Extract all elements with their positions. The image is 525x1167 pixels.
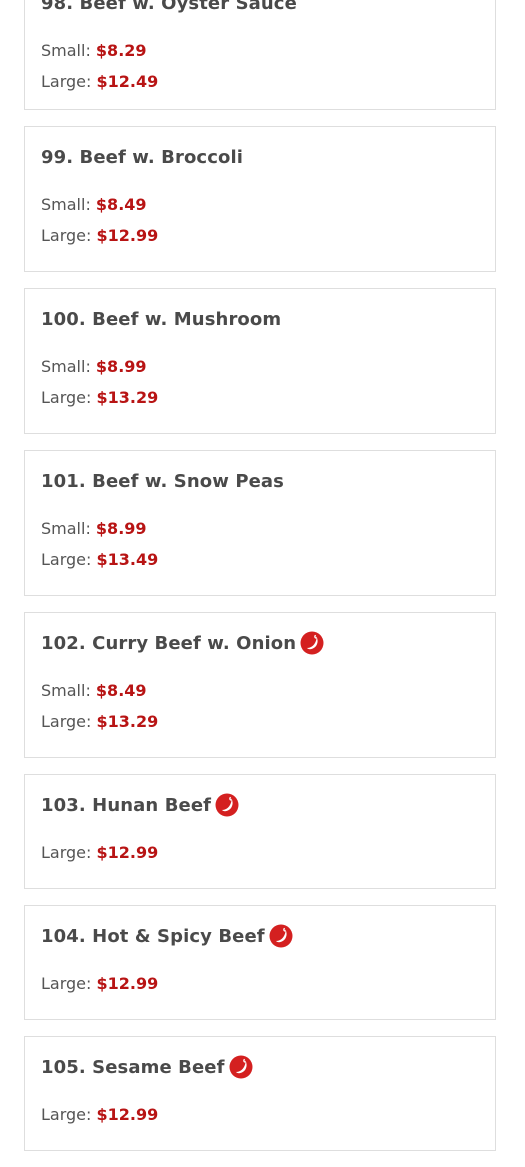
menu-item-card[interactable]: 101. Beef w. Snow Peas Small: $8.99 Larg… [24,450,496,596]
small-price-row: Small: $8.99 [41,357,479,388]
large-price-value: $13.29 [96,388,159,407]
large-price-label: Large: [41,550,92,569]
menu-item-card[interactable]: 100. Beef w. Mushroom Small: $8.99 Large… [24,288,496,434]
menu-item-title-row: 105. Sesame Beef [41,1051,479,1083]
menu-item-title: 100. Beef w. Mushroom [41,308,282,330]
small-price-value: $8.99 [95,519,147,538]
small-price-label: Small: [41,519,91,538]
large-price-label: Large: [41,712,92,731]
large-price-row: Large: $12.99 [41,974,479,1005]
menu-item-card[interactable]: 99. Beef w. Broccoli Small: $8.49 Large:… [24,126,496,272]
menu-item-title: 105. Sesame Beef [41,1056,225,1078]
price-list: Small: $8.49 Large: $12.99 [41,195,479,257]
price-list: Large: $12.99 [41,974,479,1005]
small-price-row: Small: $8.49 [41,681,479,712]
menu-item-title-row: 99. Beef w. Broccoli [41,141,479,173]
large-price-label: Large: [41,1105,92,1124]
large-price-label: Large: [41,388,92,407]
menu-item-list: 98. Beef w. Oyster Sauce Small: $8.29 La… [24,0,496,1167]
chili-pepper-icon [269,924,293,948]
large-price-row: Large: $12.49 [41,72,479,103]
large-price-value: $12.99 [96,843,159,862]
price-list: Small: $8.49 Large: $13.29 [41,681,479,743]
price-list: Small: $8.99 Large: $13.49 [41,519,479,581]
menu-item-title-row: 100. Beef w. Mushroom [41,303,479,335]
small-price-label: Small: [41,357,91,376]
large-price-label: Large: [41,226,92,245]
chili-pepper-icon [229,1055,253,1079]
large-price-label: Large: [41,974,92,993]
menu-item-title: 98. Beef w. Oyster Sauce [41,0,297,14]
small-price-value: $8.99 [95,357,147,376]
large-price-row: Large: $12.99 [41,843,479,874]
large-price-label: Large: [41,72,92,91]
menu-item-card[interactable]: 104. Hot & Spicy Beef Large: $12.99 [24,905,496,1020]
menu-item-title: 104. Hot & Spicy Beef [41,925,265,947]
menu-item-card[interactable]: 102. Curry Beef w. Onion Small: $8.49 La… [24,612,496,758]
menu-item-card[interactable]: 105. Sesame Beef Large: $12.99 [24,1036,496,1151]
menu-item-title: 99. Beef w. Broccoli [41,146,243,168]
small-price-value: $8.49 [95,195,147,214]
menu-item-title: 102. Curry Beef w. Onion [41,632,297,654]
small-price-row: Small: $8.49 [41,195,479,226]
chili-pepper-icon [300,631,324,655]
menu-item-title-row: 98. Beef w. Oyster Sauce [41,0,479,19]
large-price-value: $12.99 [96,226,159,245]
small-price-label: Small: [41,41,91,60]
large-price-value: $12.99 [96,1105,159,1124]
menu-item-title-row: 104. Hot & Spicy Beef [41,920,479,952]
small-price-value: $8.29 [95,41,147,60]
menu-item-title-row: 101. Beef w. Snow Peas [41,465,479,497]
menu-item-title-row: 102. Curry Beef w. Onion [41,627,479,659]
menu-item-title: 103. Hunan Beef [41,794,212,816]
price-list: Large: $12.99 [41,1105,479,1136]
large-price-value: $12.49 [96,72,159,91]
large-price-row: Large: $13.29 [41,388,479,419]
large-price-row: Large: $13.49 [41,550,479,581]
large-price-value: $13.49 [96,550,159,569]
menu-item-title: 101. Beef w. Snow Peas [41,470,284,492]
small-price-row: Small: $8.29 [41,41,479,72]
small-price-label: Small: [41,681,91,700]
small-price-row: Small: $8.99 [41,519,479,550]
menu-item-card[interactable]: 98. Beef w. Oyster Sauce Small: $8.29 La… [24,0,496,110]
large-price-row: Large: $13.29 [41,712,479,743]
price-list: Small: $8.99 Large: $13.29 [41,357,479,419]
large-price-value: $13.29 [96,712,159,731]
large-price-label: Large: [41,843,92,862]
large-price-row: Large: $12.99 [41,1105,479,1136]
large-price-value: $12.99 [96,974,159,993]
small-price-label: Small: [41,195,91,214]
chili-pepper-icon [215,793,239,817]
price-list: Large: $12.99 [41,843,479,874]
menu-item-title-row: 103. Hunan Beef [41,789,479,821]
menu-item-card[interactable]: 103. Hunan Beef Large: $12.99 [24,774,496,889]
large-price-row: Large: $12.99 [41,226,479,257]
price-list: Small: $8.29 Large: $12.49 [41,41,479,103]
small-price-value: $8.49 [95,681,147,700]
